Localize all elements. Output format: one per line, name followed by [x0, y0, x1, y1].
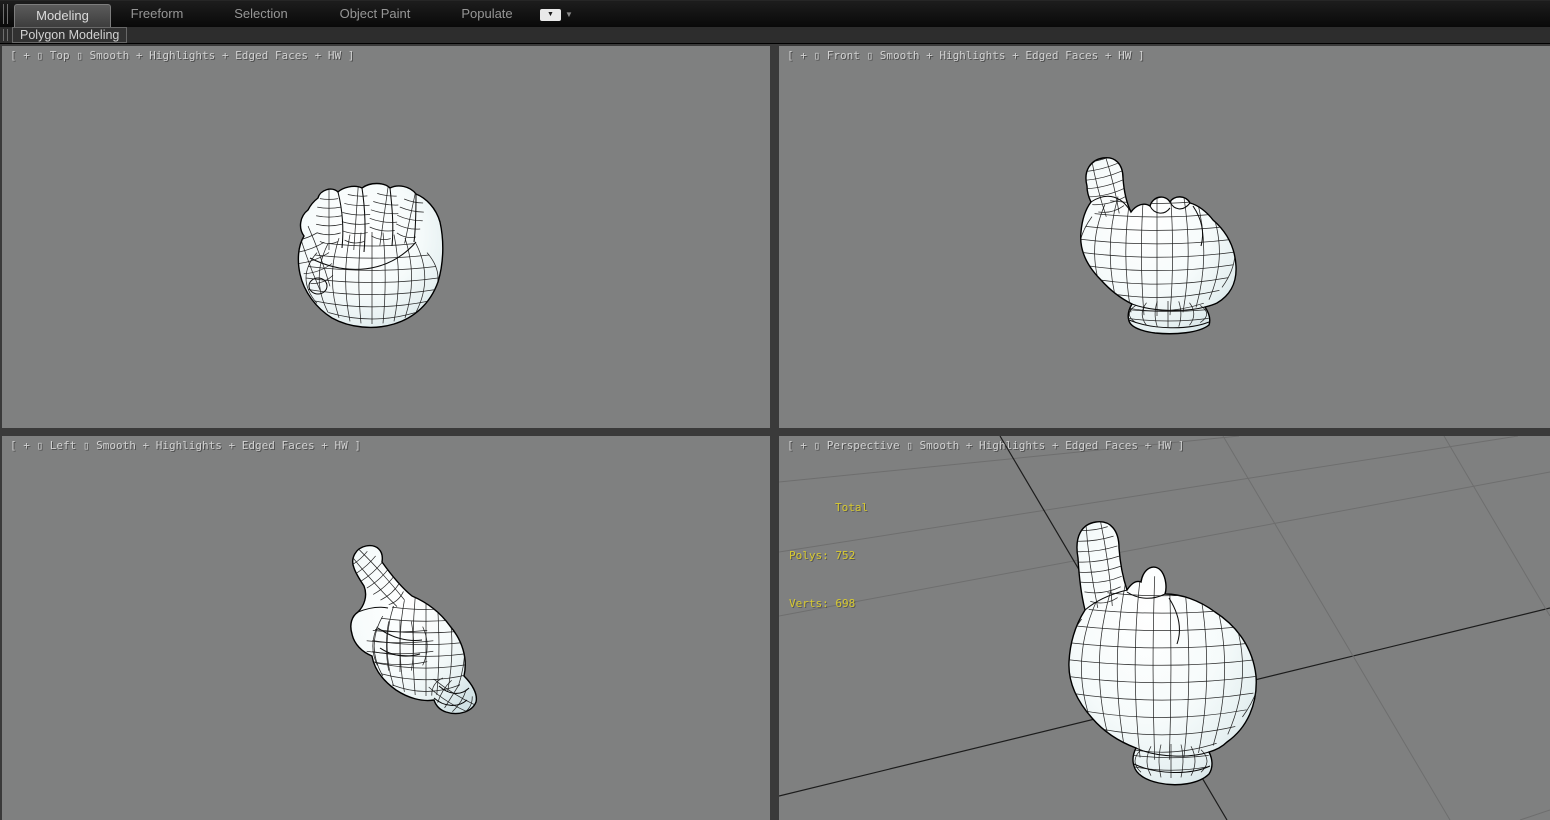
viewport-perspective-canvas[interactable] — [779, 436, 1550, 820]
panel-grip-line[interactable] — [7, 29, 8, 41]
viewport-top[interactable]: [ + ▯ Top ▯ Smooth + Highlights + Edged … — [2, 46, 770, 428]
hand-model[interactable] — [344, 543, 480, 721]
ribbon-collapse-button[interactable]: ▼ ▼ — [540, 8, 580, 21]
stats-polys-value: 752 — [835, 549, 856, 562]
ribbon: Modeling Freeform Selection Object Paint… — [0, 0, 1550, 44]
chevron-down-icon: ▼ — [565, 9, 573, 19]
ribbon-panel-row: Polygon Modeling — [0, 27, 1550, 44]
viewport-left-canvas[interactable] — [2, 436, 770, 820]
hand-model[interactable] — [1064, 518, 1261, 786]
tab-selection[interactable]: Selection — [220, 1, 302, 27]
tab-freeform[interactable]: Freeform — [118, 1, 196, 27]
viewport-perspective[interactable]: [ + ▯ Perspective ▯ Smooth + Highlights … — [779, 436, 1550, 820]
stats-polys-label: Polys: — [789, 549, 829, 562]
ribbon-grip-line[interactable] — [7, 4, 8, 24]
ribbon-collapse-icon: ▼ — [540, 8, 561, 21]
viewport-left-label[interactable]: [ + ▯ Left ▯ Smooth + Highlights + Edged… — [10, 439, 361, 452]
stats-total-label: Total — [835, 501, 869, 514]
statistics-overlay: Total Polys: 752 Verts: 698 — [789, 468, 868, 644]
viewport-front-canvas[interactable] — [779, 46, 1550, 428]
viewport-perspective-label[interactable]: [ + ▯ Perspective ▯ Smooth + Highlights … — [787, 439, 1184, 452]
viewport-front-label[interactable]: [ + ▯ Front ▯ Smooth + Highlights + Edge… — [787, 49, 1145, 62]
viewport-left[interactable]: [ + ▯ Left ▯ Smooth + Highlights + Edged… — [2, 436, 770, 820]
ribbon-grip-line[interactable] — [3, 4, 4, 24]
panel-tab-polygon-modeling[interactable]: Polygon Modeling — [12, 27, 128, 43]
hand-model[interactable] — [288, 182, 444, 329]
viewport-grid: [ + ▯ Top ▯ Smooth + Highlights + Edged … — [0, 44, 1550, 820]
viewport-top-canvas[interactable] — [2, 46, 770, 428]
tab-object-paint[interactable]: Object Paint — [318, 1, 432, 27]
ribbon-tab-row: Modeling Freeform Selection Object Paint… — [0, 0, 1550, 28]
stats-verts-value: 698 — [835, 597, 856, 610]
hand-model[interactable] — [1078, 148, 1237, 335]
stats-verts-label: Verts: — [789, 597, 829, 610]
viewport-top-label[interactable]: [ + ▯ Top ▯ Smooth + Highlights + Edged … — [10, 49, 354, 62]
viewport-front[interactable]: [ + ▯ Front ▯ Smooth + Highlights + Edge… — [779, 46, 1550, 428]
3ds-max-window: Modeling Freeform Selection Object Paint… — [0, 0, 1550, 820]
tab-modeling[interactable]: Modeling — [14, 4, 111, 28]
panel-grip-line[interactable] — [3, 29, 4, 41]
tab-populate[interactable]: Populate — [444, 1, 530, 27]
